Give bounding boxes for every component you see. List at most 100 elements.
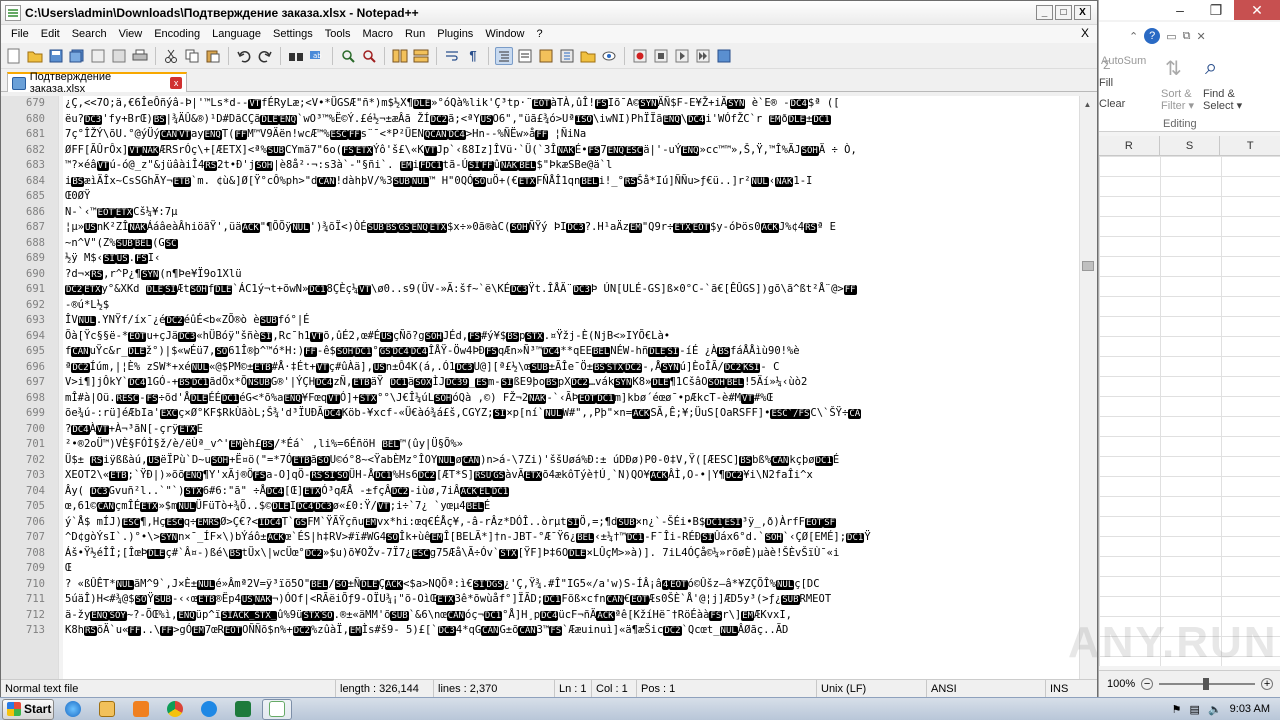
- editor-line[interactable]: 684 iBSæìÄÎx~CsSGhÃY¬ETB`m. ¢ù&]Ø[Ÿ°cÔ%ph…: [1, 174, 1079, 190]
- editor-line[interactable]: 688 ~n^V"(Z%SUB BEL(GSC: [1, 236, 1079, 252]
- editor-line[interactable]: 679 ¿Ç,<<7O;ä,€6ÎeÔñýâ-Þ|'™Ls*d--VTfÉRyLæ…: [1, 96, 1079, 112]
- taskbar-edge[interactable]: [194, 699, 224, 720]
- taskbar-excel[interactable]: [228, 699, 258, 720]
- editor-line[interactable]: 696 ªDC2Íúm,|¦È% zSW*+xéNUL«@$PM©±ETB#Å·‡…: [1, 360, 1079, 376]
- taskbar-notepadpp[interactable]: [262, 698, 292, 720]
- start-button[interactable]: Start: [2, 698, 54, 720]
- save-all-icon[interactable]: [68, 47, 86, 65]
- editor-line[interactable]: 692 -®ú*L½$: [1, 298, 1079, 314]
- taskbar-media-player[interactable]: [126, 699, 156, 720]
- close-button[interactable]: X: [1074, 5, 1091, 20]
- editor-line[interactable]: 705 œ,61©CANçmÎÉETX»$mNULÜFüTò+¾Õ..$©DLEI…: [1, 499, 1079, 515]
- minimize-ribbon-icon[interactable]: ⌃: [1129, 30, 1138, 43]
- editor-line[interactable]: 687 ¦µ»USnK²ZÎNAKÁáâeàÂhiöãŸ',üäACK"¶ÕÕÿN…: [1, 220, 1079, 236]
- flag-tray-icon[interactable]: ⚑: [1172, 703, 1182, 716]
- zoom-slider[interactable]: [1159, 678, 1256, 690]
- editor-area[interactable]: 679 ¿Ç,<<7O;ä,€6ÎeÔñýâ-Þ|'™Ls*d--VTfÉRyLæ…: [1, 96, 1095, 679]
- user-defined-lang-icon[interactable]: [516, 47, 534, 65]
- show-all-chars-icon[interactable]: ¶: [464, 47, 482, 65]
- scroll-up-arrow-icon[interactable]: ▲: [1080, 96, 1095, 112]
- volume-tray-icon[interactable]: 🔈: [1208, 703, 1222, 716]
- editor-line[interactable]: 703 XEOT2\«ETB;`ŸÐ|)»õõENQ¶Y'xÃj®ÖFSa-O]q…: [1, 468, 1079, 484]
- menu-view[interactable]: View: [113, 28, 149, 40]
- editor-line[interactable]: 680 ëu?DC3'fy+BrŒ)BS|¾ÄÛ&®)¹D#DãCÇãDLE ENQ…: [1, 112, 1079, 128]
- sync-vertical-icon[interactable]: [391, 47, 409, 65]
- word-wrap-icon[interactable]: [443, 47, 461, 65]
- excel-minimize-button[interactable]: –: [1162, 0, 1198, 20]
- menu-file[interactable]: File: [5, 28, 35, 40]
- editor-line[interactable]: 708 Áš•Ÿ½éÎÎ;[ÎœÞDLEç#`Â¤-)ßé\BStÜx\|wcÜœ…: [1, 546, 1079, 562]
- editor-line[interactable]: 700 ?DC4ÀVT+À¬³ãN[-çrÿETXE: [1, 422, 1079, 438]
- taskbar-chrome[interactable]: [160, 699, 190, 720]
- save-icon[interactable]: [47, 47, 65, 65]
- zoom-in-icon[interactable]: [339, 47, 357, 65]
- monitoring-icon[interactable]: [600, 47, 618, 65]
- column-header-s[interactable]: S: [1160, 136, 1221, 155]
- editor-line[interactable]: 695 fCANuŸc&r_DLEž°)|$«wÉü7,SO61Î®þ^™ó*H:…: [1, 344, 1079, 360]
- replace-icon[interactable]: ab: [308, 47, 326, 65]
- editor-line[interactable]: 691 DC2 ETXy°&XKd DLE SIÆtSOHfDLE`ÁC1ý¬t+õw…: [1, 282, 1079, 298]
- tab-close-icon[interactable]: x: [170, 77, 182, 89]
- vertical-scrollbar[interactable]: ▲: [1079, 96, 1095, 679]
- close-file-icon[interactable]: [89, 47, 107, 65]
- zoom-in-icon[interactable]: +: [1261, 678, 1274, 690]
- play-macro-multiple-icon[interactable]: [694, 47, 712, 65]
- menu-window[interactable]: Window: [479, 28, 530, 40]
- menu-macro[interactable]: Macro: [356, 28, 399, 40]
- find-icon[interactable]: [287, 47, 305, 65]
- menu-plugins[interactable]: Plugins: [431, 28, 479, 40]
- menu-run[interactable]: Run: [399, 28, 431, 40]
- network-tray-icon[interactable]: ▤: [1190, 703, 1200, 716]
- editor-line[interactable]: 701 ²•®2oÜ™)VÈ§FÓÌ§ž/è/ëÙª_v^'EMèh£BS/*Éá…: [1, 437, 1079, 453]
- indent-guide-icon[interactable]: [495, 46, 513, 65]
- editor-line[interactable]: 697 V>i¶]jÔkY`DC41GÓ-+BS DC1ãdÖx*ÕNSUBG®'|…: [1, 375, 1079, 391]
- editor-line[interactable]: 689 ½ÿ M$‹SI US.FSI‹: [1, 251, 1079, 267]
- status-eol[interactable]: Unix (LF): [817, 679, 927, 698]
- close-all-icon[interactable]: [110, 47, 128, 65]
- copy-icon[interactable]: [183, 47, 201, 65]
- function-list-icon[interactable]: [558, 47, 576, 65]
- minimize-button[interactable]: _: [1036, 5, 1053, 20]
- play-macro-icon[interactable]: [673, 47, 691, 65]
- help-icon[interactable]: ?: [1144, 28, 1161, 44]
- record-macro-icon[interactable]: [631, 47, 649, 65]
- zoom-out-icon[interactable]: [360, 47, 378, 65]
- status-encoding[interactable]: ANSI: [927, 679, 1046, 698]
- stop-macro-icon[interactable]: [652, 47, 670, 65]
- close-document-x[interactable]: X: [1081, 26, 1089, 40]
- folder-workspace-icon[interactable]: [579, 47, 597, 65]
- autosum-button[interactable]: AutoSum: [1101, 55, 1146, 67]
- editor-line[interactable]: 683 ™?×éâVTú-ó@_z"&jüâàiÎ4RS2t•Ð'jSOH|è8å…: [1, 158, 1079, 174]
- zoom-level[interactable]: 100%: [1107, 678, 1135, 690]
- editor-line[interactable]: 709 Œ: [1, 561, 1079, 577]
- taskbar-explorer[interactable]: [92, 699, 122, 720]
- editor-line[interactable]: 681 7ç°ÎŽÝ\õU.°@ýÜýCAN VTayENQT(FFM™V9Äën!…: [1, 127, 1079, 143]
- zoom-out-icon[interactable]: −: [1141, 678, 1154, 690]
- menu-tools[interactable]: Tools: [319, 28, 357, 40]
- new-file-icon[interactable]: [5, 47, 23, 65]
- column-header-t[interactable]: T: [1220, 136, 1280, 155]
- excel-close-button[interactable]: ✕: [1234, 0, 1280, 20]
- menu-help[interactable]: ?: [530, 28, 548, 40]
- menu-search[interactable]: Search: [66, 28, 113, 40]
- zoom-slider-thumb[interactable]: [1203, 678, 1210, 690]
- editor-line[interactable]: 698 mÎ#à|Oü.RESC-FS÷õd'ÅDLEÉÉDC1éG<*õ%aEN…: [1, 391, 1079, 407]
- close-workbook-icon[interactable]: ✕: [1196, 30, 1205, 43]
- undo-icon[interactable]: [235, 47, 253, 65]
- scrollbar-thumb[interactable]: [1082, 261, 1094, 271]
- column-header-r[interactable]: R: [1099, 136, 1160, 155]
- editor-line[interactable]: 713 K8hRSõÄ`u«FF..\FF>gÓEM7œREOTOÑÑõ$n%+D…: [1, 623, 1079, 639]
- menu-edit[interactable]: Edit: [35, 28, 66, 40]
- window-icon[interactable]: ⧉: [1183, 30, 1191, 43]
- editor-line[interactable]: 704 Ây( DC3Gvuñ²l..`"`)STX6#6:"ã" ÷ÅDC4[Œ…: [1, 484, 1079, 500]
- clock[interactable]: 9:03 AM: [1230, 703, 1270, 715]
- menu-encoding[interactable]: Encoding: [148, 28, 206, 40]
- tab-document[interactable]: Подтверждение заказа.xlsx x: [7, 71, 187, 95]
- editor-line[interactable]: 682 ØFF[ÃÛrÔx]VT NAKÆRSrÓç\+[ÆETX]<ª%SUBCY…: [1, 143, 1079, 159]
- print-icon[interactable]: [131, 47, 149, 65]
- editor-line[interactable]: 707 ^D¢gòÝsI`.)°•\>SYNn×¯_ÍF×\)bÝáô±ACKœ`…: [1, 530, 1079, 546]
- save-macro-icon[interactable]: [715, 47, 733, 65]
- maximize-button[interactable]: □: [1055, 5, 1072, 20]
- excel-maximize-button[interactable]: ❐: [1198, 0, 1234, 20]
- editor-line[interactable]: 702 Ü$± RSiÿßßàú,USëÏPù`D~uSOH+Ë¤ö("=*7ÓE…: [1, 453, 1079, 469]
